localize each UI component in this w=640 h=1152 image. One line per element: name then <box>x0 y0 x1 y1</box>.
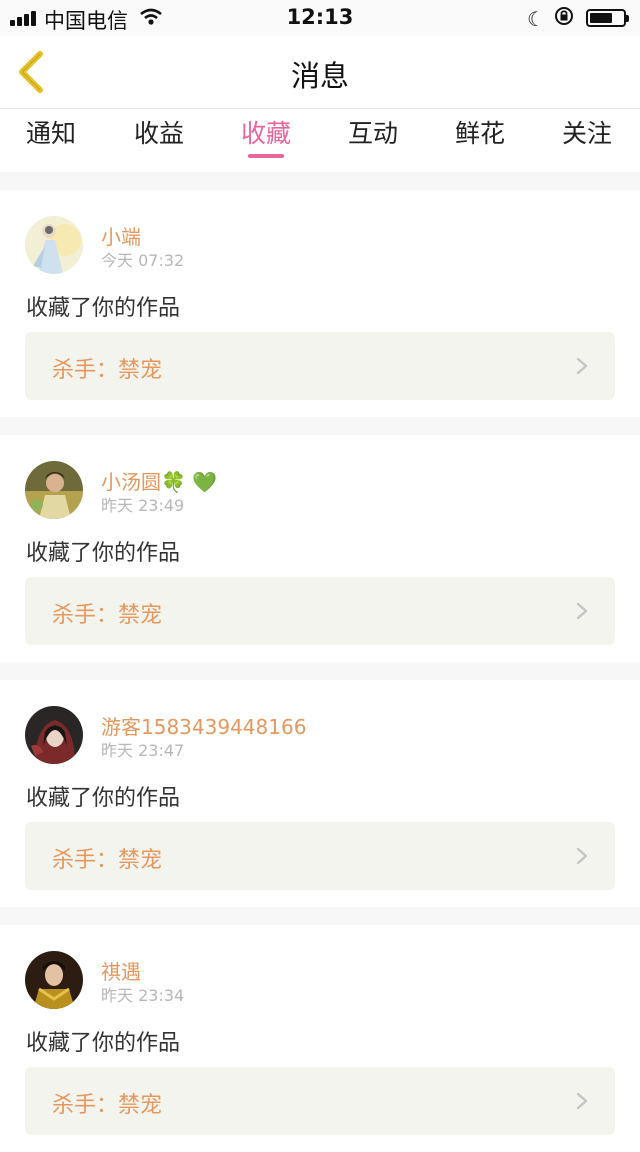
tab-label: 互动 <box>347 119 398 148</box>
avatar[interactable] <box>25 461 83 519</box>
avatar[interactable] <box>25 706 83 764</box>
work-link[interactable]: 杀手：禁宠 <box>25 822 615 890</box>
chevron-right-icon <box>576 847 588 865</box>
tab-bar: 通知 收益 收藏 互动 鲜花 关注 <box>0 109 640 172</box>
message-card: 祺遇 昨天 23:34 收藏了你的作品 杀手：禁宠 <box>0 925 640 1152</box>
avatar[interactable] <box>25 951 83 1009</box>
tab-notifications[interactable]: 通知 <box>6 114 96 150</box>
status-bar: 中国电信 12:13 ☾ <box>0 0 640 36</box>
message-text: 收藏了你的作品 <box>26 1031 181 1056</box>
chevron-right-icon <box>576 1092 588 1110</box>
tab-follows[interactable]: 关注 <box>542 114 632 150</box>
work-title: 杀手：禁宠 <box>52 358 163 383</box>
username[interactable]: 祺遇 <box>101 956 141 985</box>
tab-interactions[interactable]: 互动 <box>328 114 418 150</box>
tab-label: 通知 <box>25 119 76 148</box>
username[interactable]: 小汤圆🍀 💚 <box>101 466 217 495</box>
nav-bar: 消息 <box>0 36 640 109</box>
work-link[interactable]: 杀手：禁宠 <box>25 1067 615 1135</box>
message-text: 收藏了你的作品 <box>26 296 181 321</box>
message-card: 小汤圆🍀 💚 昨天 23:49 收藏了你的作品 杀手：禁宠 <box>0 435 640 662</box>
do-not-disturb-icon: ☾ <box>527 7 545 31</box>
page-title: 消息 <box>290 59 349 93</box>
message-text: 收藏了你的作品 <box>26 786 181 811</box>
chevron-right-icon <box>576 357 588 375</box>
tab-flowers[interactable]: 鲜花 <box>435 114 525 150</box>
rotation-lock-icon <box>555 7 573 25</box>
work-link[interactable]: 杀手：禁宠 <box>25 332 615 400</box>
tab-earnings[interactable]: 收益 <box>114 114 204 150</box>
tab-label: 鲜花 <box>454 119 505 148</box>
username[interactable]: 小端 <box>101 221 141 250</box>
username[interactable]: 游客1583439448166 <box>101 711 306 740</box>
work-title: 杀手：禁宠 <box>52 848 163 873</box>
tab-favorites[interactable]: 收藏 <box>221 114 311 158</box>
message-card: 游客1583439448166 昨天 23:47 收藏了你的作品 杀手：禁宠 <box>0 680 640 907</box>
message-time: 昨天 23:34 <box>101 986 185 1005</box>
message-time: 昨天 23:49 <box>101 496 185 515</box>
work-title: 杀手：禁宠 <box>52 1093 163 1118</box>
message-card: 小端 今天 07:32 收藏了你的作品 杀手：禁宠 <box>0 190 640 417</box>
work-link[interactable]: 杀手：禁宠 <box>25 577 615 645</box>
active-tab-indicator <box>248 154 284 158</box>
battery-icon <box>586 9 629 27</box>
tab-label: 关注 <box>561 119 612 148</box>
message-text: 收藏了你的作品 <box>26 541 181 566</box>
avatar[interactable] <box>25 216 83 274</box>
tab-label: 收益 <box>133 119 184 148</box>
chevron-right-icon <box>576 602 588 620</box>
tab-label: 收藏 <box>240 119 291 148</box>
work-title: 杀手：禁宠 <box>52 603 163 628</box>
message-time: 昨天 23:47 <box>101 741 185 760</box>
message-time: 今天 07:32 <box>101 251 185 270</box>
